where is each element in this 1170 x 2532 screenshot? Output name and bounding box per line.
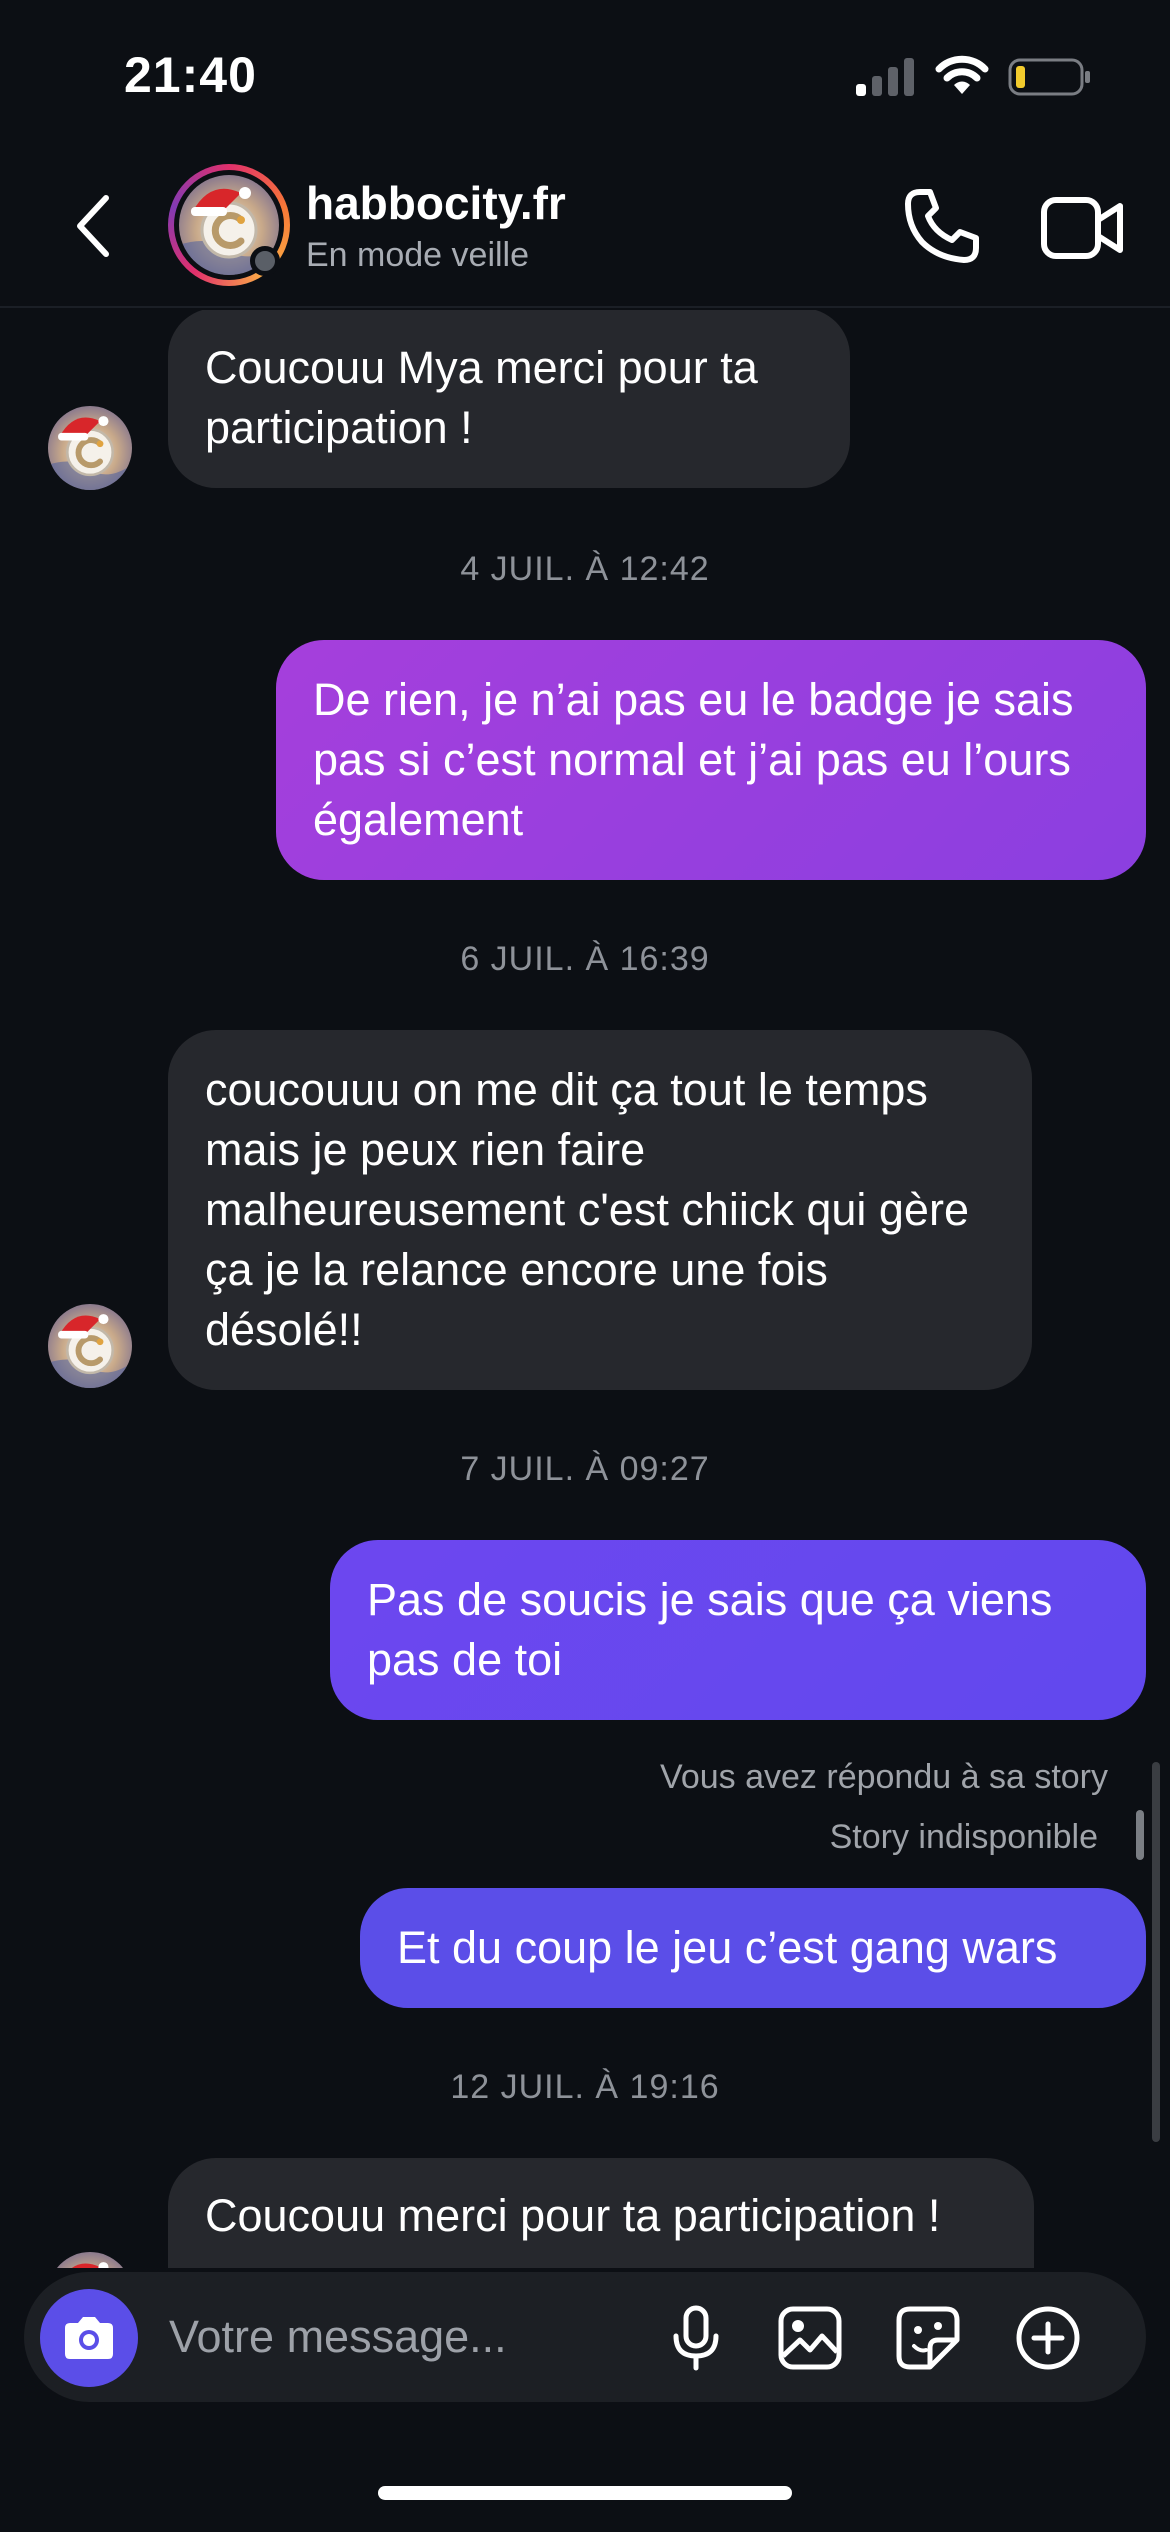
- sender-avatar[interactable]: [48, 2252, 132, 2268]
- contact-name[interactable]: habbocity.fr: [306, 176, 566, 230]
- contact-status: En mode veille: [306, 236, 530, 274]
- story-reply-label: Vous avez répondu à sa story: [660, 1758, 1108, 1796]
- incoming-message[interactable]: Coucouu merci pour ta participation !: [168, 2158, 1034, 2268]
- sender-avatar[interactable]: [48, 406, 132, 490]
- story-reply-bar: [1136, 1810, 1144, 1860]
- date-separator: 4 JUIL. À 12:42: [460, 550, 710, 588]
- incoming-message[interactable]: Coucouu Mya merci pour ta participation …: [168, 310, 850, 488]
- gallery-icon[interactable]: [776, 2304, 844, 2372]
- status-time: 21:40: [124, 47, 257, 103]
- back-chevron-icon: [77, 195, 109, 257]
- outgoing-message[interactable]: De rien, je n’ai pas eu le badge je sais…: [276, 640, 1146, 880]
- presence-indicator: [250, 246, 280, 276]
- camera-button[interactable]: [40, 2289, 138, 2387]
- microphone-icon[interactable]: [662, 2304, 730, 2372]
- add-icon[interactable]: [1014, 2304, 1082, 2372]
- message-text: De rien, je n’ai pas eu le badge je sais…: [313, 674, 1074, 845]
- date-separator: 12 JUIL. À 19:16: [450, 2068, 720, 2106]
- message-composer: [24, 2272, 1146, 2402]
- message-text: Coucouu Mya merci pour ta participation …: [205, 342, 758, 453]
- message-text: Coucouu merci pour ta participation !: [205, 2190, 941, 2241]
- incoming-message[interactable]: coucouuu on me dit ça tout le temps mais…: [168, 1030, 1032, 1390]
- home-indicator[interactable]: [378, 2486, 792, 2500]
- video-camera-icon[interactable]: [1040, 192, 1124, 264]
- battery-low-icon: [1008, 58, 1090, 96]
- wifi-icon: [935, 55, 989, 94]
- sender-avatar[interactable]: [48, 1304, 132, 1388]
- date-separator: 6 JUIL. À 16:39: [460, 940, 710, 978]
- conversation-header: habbocity.fr En mode veille: [0, 150, 1170, 308]
- message-input[interactable]: [169, 2302, 589, 2372]
- phone-icon[interactable]: [900, 186, 982, 268]
- message-text: Et du coup le jeu c’est gang wars: [397, 1922, 1058, 1973]
- outgoing-message[interactable]: Et du coup le jeu c’est gang wars: [360, 1888, 1146, 2008]
- outgoing-message[interactable]: Pas de soucis je sais que ça viens pas d…: [330, 1540, 1146, 1720]
- sticker-icon[interactable]: [894, 2304, 962, 2372]
- cellular-signal-icon: [856, 58, 914, 96]
- story-status-label[interactable]: Story indisponible: [830, 1818, 1098, 1857]
- message-thread[interactable]: Coucouu Mya merci pour ta participation …: [0, 310, 1170, 2268]
- message-text: coucouuu on me dit ça tout le temps mais…: [205, 1064, 969, 1355]
- message-text: Pas de soucis je sais que ça viens pas d…: [367, 1574, 1053, 1685]
- back-button[interactable]: [62, 186, 122, 266]
- camera-icon: [65, 2317, 113, 2359]
- date-separator: 7 JUIL. À 09:27: [460, 1450, 710, 1488]
- scrollbar[interactable]: [1152, 1762, 1160, 2142]
- status-bar: 21:40: [0, 0, 1170, 150]
